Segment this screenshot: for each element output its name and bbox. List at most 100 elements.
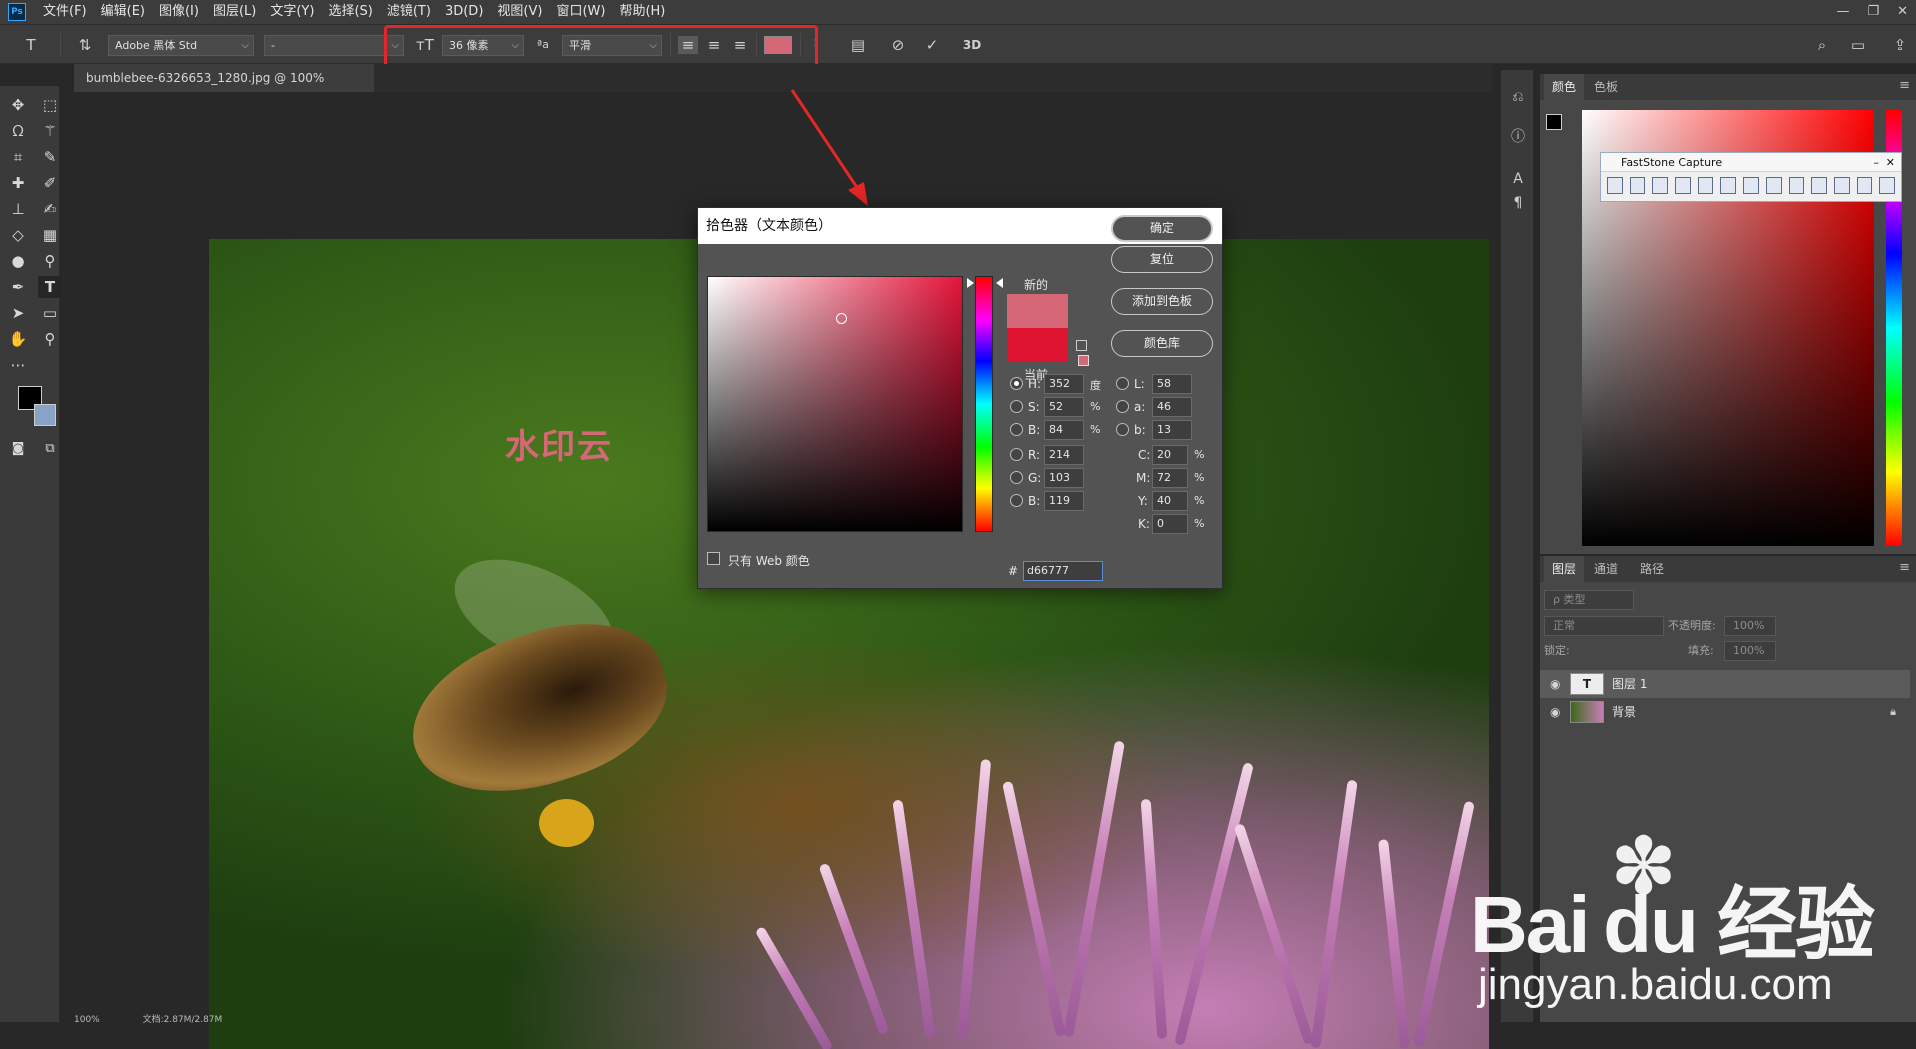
input-m[interactable]: 72 (1152, 468, 1188, 488)
cancel-icon[interactable]: ⊘ (888, 36, 908, 54)
tab-paths[interactable]: 路径 (1632, 556, 1672, 582)
search-icon[interactable]: ⌕ (1812, 36, 1832, 54)
faststone-minimize-button[interactable]: – (1874, 153, 1880, 172)
color-libraries-button[interactable]: 颜色库 (1111, 330, 1213, 357)
eraser-tool-icon[interactable]: ◇ (6, 224, 30, 246)
toggle-orientation-icon[interactable]: ⇅ (74, 36, 96, 54)
radio-h[interactable] (1010, 377, 1023, 390)
tab-layers[interactable]: 图层 (1544, 556, 1585, 582)
font-style-dropdown[interactable]: - ⌵ (264, 35, 404, 56)
web-colors-only-checkbox[interactable] (707, 552, 720, 565)
panel-menu-icon[interactable]: ≡ (1899, 78, 1910, 93)
capture-window-icon[interactable] (1629, 177, 1646, 194)
current-color-swatch[interactable] (1007, 328, 1068, 362)
panel-menu-icon[interactable]: ≡ (1899, 560, 1910, 575)
text-layer-watermark[interactable]: 水印云 (505, 419, 613, 468)
workspace-icon[interactable]: ▭ (1846, 36, 1870, 54)
screen-mode-icon[interactable]: ⧉ (38, 438, 62, 460)
input-y[interactable]: 40 (1152, 491, 1188, 511)
menu-3d[interactable]: 3D(D) (438, 0, 490, 24)
menu-image[interactable]: 图像(I) (152, 0, 206, 24)
faststone-close-button[interactable]: ✕ (1886, 153, 1895, 172)
menu-file[interactable]: 文件(F) (36, 0, 94, 24)
layer-filter-dropdown[interactable]: ρ 类型 (1544, 590, 1634, 610)
visibility-eye-icon[interactable]: ◉ (1550, 670, 1560, 698)
magic-wand-tool-icon[interactable]: ⚚ (38, 120, 62, 142)
hue-slider-handle-left[interactable] (967, 278, 974, 288)
healing-brush-tool-icon[interactable]: ✚ (6, 172, 30, 194)
minimize-button[interactable]: — (1836, 0, 1849, 24)
pen-tool-icon[interactable]: ✒ (6, 276, 30, 298)
character-panel-icon[interactable]: ▤ (848, 36, 868, 54)
hue-slider-handle-right[interactable] (996, 278, 1003, 288)
share-icon[interactable]: ⇪ (1890, 36, 1910, 54)
output-icon[interactable] (1856, 177, 1873, 194)
character-icon[interactable]: A (1509, 170, 1527, 188)
hex-input[interactable]: d66777 (1023, 561, 1103, 581)
input-l[interactable]: 58 (1152, 374, 1192, 394)
clone-stamp-tool-icon[interactable]: ⊥ (6, 198, 30, 220)
zoom-level[interactable]: 100% (74, 1015, 100, 1025)
type-tool-preset-icon[interactable]: T (20, 36, 42, 54)
input-k[interactable]: 0 (1152, 514, 1188, 534)
input-b[interactable]: 84 (1044, 420, 1084, 440)
radio-blue[interactable] (1010, 494, 1023, 507)
open-icon[interactable] (1607, 177, 1623, 194)
history-icon[interactable]: ⎌ (1509, 88, 1527, 106)
tab-channels[interactable]: 通道 (1586, 556, 1626, 582)
color-cursor[interactable] (836, 313, 847, 324)
web-safe-cube-icon[interactable] (1076, 340, 1087, 351)
radio-r[interactable] (1010, 448, 1023, 461)
gradient-tool-icon[interactable]: ▦ (38, 224, 62, 246)
web-safe-swatch[interactable] (1078, 355, 1089, 366)
radio-l[interactable] (1116, 377, 1129, 390)
capture-scroll-icon[interactable] (1743, 177, 1759, 194)
visibility-eye-icon[interactable]: ◉ (1550, 698, 1560, 726)
rectangle-tool-icon[interactable]: ▭ (38, 302, 62, 324)
document-tab[interactable]: bumblebee-6326653_1280.jpg @ 100%(RGB/8#… (74, 64, 374, 113)
history-brush-tool-icon[interactable]: ✍ (38, 198, 62, 220)
capture-fixed-icon[interactable] (1765, 177, 1782, 194)
menu-window[interactable]: 窗口(W) (549, 0, 612, 24)
close-window-button[interactable]: ✕ (1897, 0, 1908, 24)
font-family-dropdown[interactable]: Adobe 黑体 Std ⌵ (108, 35, 254, 56)
paragraph-icon[interactable]: ¶ (1509, 194, 1527, 212)
input-r[interactable]: 214 (1044, 445, 1084, 465)
input-g[interactable]: 103 (1044, 468, 1084, 488)
input-a[interactable]: 46 (1152, 397, 1192, 417)
opacity-input[interactable]: 100% (1724, 616, 1776, 636)
crop-tool-icon[interactable]: ⌗ (6, 146, 30, 168)
layer-row-background[interactable]: ◉ 背景 🔒︎ (1540, 698, 1910, 726)
tab-color[interactable]: 颜色 (1544, 74, 1585, 100)
input-h[interactable]: 352 (1044, 374, 1084, 394)
radio-lab-b[interactable] (1116, 423, 1129, 436)
marquee-tool-icon[interactable]: ⬚ (38, 94, 62, 116)
settings-icon[interactable] (1879, 177, 1895, 194)
fill-input[interactable]: 100% (1724, 641, 1776, 661)
menu-help[interactable]: 帮助(H) (612, 0, 672, 24)
input-s[interactable]: 52 (1044, 397, 1084, 417)
radio-b[interactable] (1010, 423, 1023, 436)
move-tool-icon[interactable]: ✥ (6, 94, 30, 116)
menu-layer[interactable]: 图层(L) (206, 0, 263, 24)
capture-object-icon[interactable] (1652, 177, 1669, 194)
menu-edit[interactable]: 编辑(E) (94, 0, 152, 24)
path-selection-tool-icon[interactable]: ➤ (6, 302, 30, 324)
ok-button[interactable]: 确定 (1111, 215, 1213, 242)
eyedropper-tool-icon[interactable]: ✎ (38, 146, 62, 168)
layer-row-text[interactable]: ◉ T 图层 1 (1540, 670, 1910, 698)
more-tools-icon[interactable]: ⋯ (6, 354, 30, 376)
tab-swatches[interactable]: 色板 (1586, 74, 1626, 100)
blend-mode-dropdown[interactable]: 正常 (1544, 616, 1664, 636)
hue-slider[interactable] (975, 276, 993, 532)
quick-mask-icon[interactable]: ◙ (6, 438, 30, 460)
menu-type[interactable]: 文字(Y) (263, 0, 321, 24)
brush-tool-icon[interactable]: ✐ (38, 172, 62, 194)
restore-button[interactable]: ❐ (1867, 0, 1879, 24)
menu-view[interactable]: 视图(V) (490, 0, 549, 24)
input-lab-b[interactable]: 13 (1152, 420, 1192, 440)
capture-fullscreen-icon[interactable] (1720, 177, 1737, 194)
capture-region-icon[interactable] (1675, 177, 1691, 194)
blur-tool-icon[interactable]: ● (6, 250, 30, 272)
add-to-swatches-button[interactable]: 添加到色板 (1111, 288, 1213, 315)
